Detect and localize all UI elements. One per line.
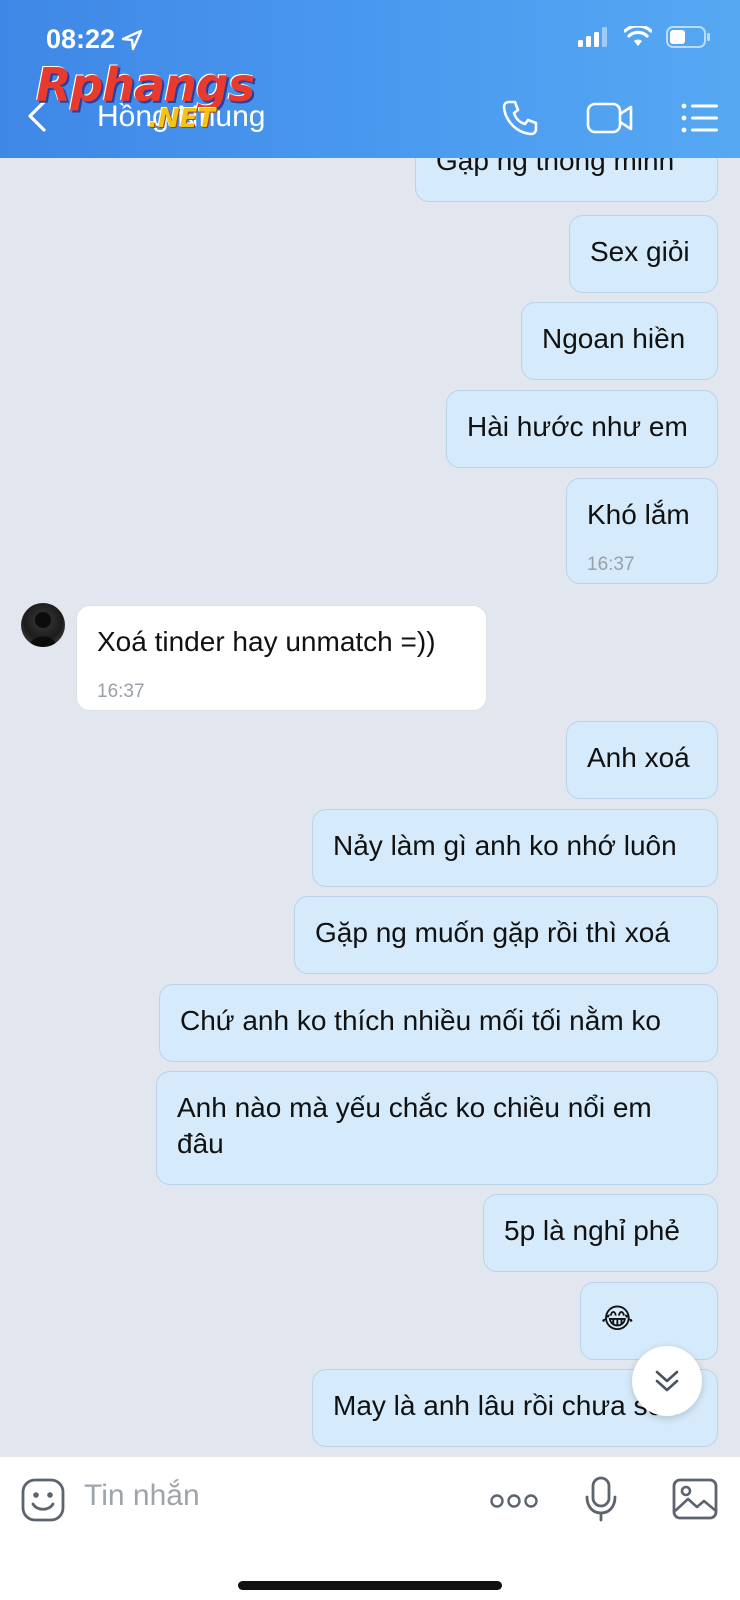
location-arrow-icon xyxy=(121,29,143,50)
image-button[interactable] xyxy=(672,1477,718,1526)
message-time: 16:37 xyxy=(587,554,635,575)
message-input[interactable]: Tin nhắn xyxy=(84,1479,200,1513)
message-bubble[interactable]: Ngoan hiền xyxy=(521,302,718,380)
message-text: Hài hước như em xyxy=(467,411,688,442)
message-bubble[interactable]: Khó lắm 16:37 xyxy=(566,478,718,584)
message-list[interactable]: Gặp ng thông minh Sex giỏi Ngoan hiền Hà… xyxy=(0,158,740,1456)
home-indicator[interactable] xyxy=(238,1581,502,1590)
avatar[interactable] xyxy=(21,603,65,647)
message-bubble[interactable]: Anh xoá xyxy=(566,721,718,799)
phone-icon xyxy=(502,100,538,136)
status-clock: 08:22 xyxy=(46,24,116,54)
video-call-button[interactable] xyxy=(586,98,634,143)
message-time: 16:37 xyxy=(97,681,145,702)
microphone-icon xyxy=(585,1476,617,1522)
status-indicators xyxy=(578,26,712,48)
message-text: May là anh lâu rồi chưa sex xyxy=(333,1390,678,1421)
watermark-sub: .NET xyxy=(148,104,216,134)
message-text: Chứ anh ko thích nhiều mối tối nằm ko xyxy=(180,1005,662,1036)
message-text: Sex giỏi xyxy=(590,236,690,267)
voice-button[interactable] xyxy=(584,1475,618,1528)
sticker-icon xyxy=(21,1478,65,1522)
message-bubble[interactable]: Hài hước như em xyxy=(446,390,718,468)
emoji-text: 😂 xyxy=(601,1303,634,1334)
image-icon xyxy=(672,1478,718,1520)
battery-icon xyxy=(666,26,710,48)
video-icon xyxy=(586,102,633,134)
scroll-down-icon xyxy=(655,1370,679,1392)
message-bubble[interactable]: 😂 xyxy=(580,1282,718,1360)
message-bubble[interactable]: Anh nào mà yếu chắc ko chiều nổi em đâu xyxy=(156,1071,718,1185)
signal-icon xyxy=(578,27,607,47)
status-time: 08:22 xyxy=(46,24,143,55)
menu-button[interactable] xyxy=(680,98,720,143)
message-text: Ngoan hiền xyxy=(542,323,686,354)
message-bubble[interactable]: Gặp ng muốn gặp rồi thì xoá xyxy=(294,896,718,974)
message-input-bar: Tin nhắn xyxy=(0,1456,740,1600)
message-text: Khó lắm xyxy=(587,499,690,530)
sticker-button[interactable] xyxy=(20,1477,66,1528)
list-icon xyxy=(681,103,718,133)
more-icon xyxy=(490,1494,538,1508)
watermark-main: Rphangs xyxy=(36,58,255,112)
message-bubble[interactable]: Nảy làm gì anh ko nhớ luôn xyxy=(312,809,718,887)
message-text: Gặp ng thông minh xyxy=(436,158,675,176)
message-bubble[interactable]: Chứ anh ko thích nhiều mối tối nằm ko xyxy=(159,984,718,1062)
message-text: Nảy làm gì anh ko nhớ luôn xyxy=(333,830,677,861)
message-bubble[interactable]: Xoá tinder hay unmatch =)) 16:37 xyxy=(76,605,487,711)
wifi-icon xyxy=(624,26,652,46)
message-text: 5p là nghỉ phẻ xyxy=(504,1215,680,1246)
more-button[interactable] xyxy=(490,1493,538,1514)
message-text: Xoá tinder hay unmatch =)) xyxy=(97,626,436,657)
message-text: Gặp ng muốn gặp rồi thì xoá xyxy=(315,917,670,948)
message-bubble[interactable]: Sex giỏi xyxy=(569,215,718,293)
scroll-to-bottom-button[interactable] xyxy=(632,1346,702,1416)
message-text: Anh nào mà yếu chắc ko chiều nổi em đâu xyxy=(177,1092,652,1159)
avatar-silhouette-icon xyxy=(29,612,57,647)
message-bubble[interactable]: 5p là nghỉ phẻ xyxy=(483,1194,718,1272)
watermark-logo: Rphangs .NET xyxy=(36,58,266,140)
message-bubble[interactable]: Gặp ng thông minh xyxy=(415,158,718,202)
message-text: Anh xoá xyxy=(587,742,690,773)
chat-header: 08:22 Hồng Nhung Rphangs .NET xyxy=(0,0,740,158)
call-button[interactable] xyxy=(500,98,540,143)
